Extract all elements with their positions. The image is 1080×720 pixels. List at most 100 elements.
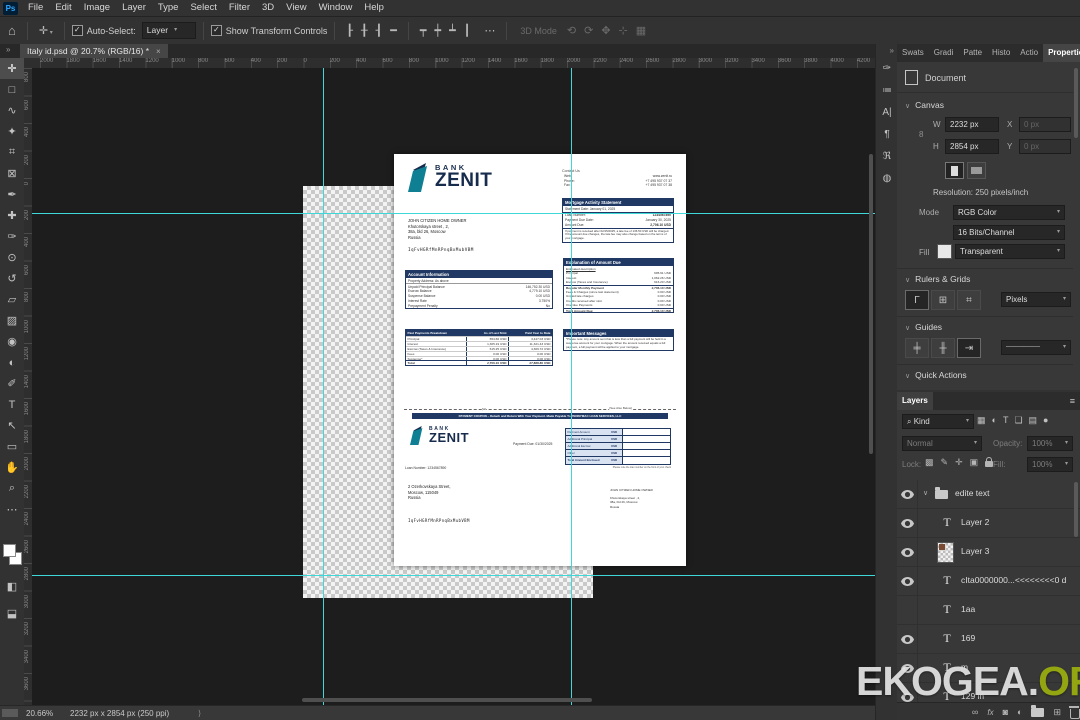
glyphs-panel-icon[interactable]: ℜ xyxy=(876,145,898,167)
link-dimensions-icon[interactable]: 8 xyxy=(919,130,923,139)
adjustment-layer-icon[interactable]: ◐ xyxy=(1017,707,1022,717)
opacity-field[interactable]: 100%▾ xyxy=(1027,436,1073,451)
lasso-tool[interactable]: ∿ xyxy=(0,100,24,121)
layer-filter-dropdown[interactable]: ⌕ Kind▾ xyxy=(902,414,974,429)
more-options-icon[interactable]: ⋯ xyxy=(484,24,495,37)
canvas-area[interactable]: BANK ZENIT Contact Us Web:www.zenit.ruPh… xyxy=(32,68,875,705)
align-icon[interactable]: ┠ xyxy=(346,25,353,37)
tab-actio[interactable]: Actio xyxy=(1015,44,1043,62)
lock-icon[interactable]: ✛ xyxy=(955,457,963,468)
screen-mode-icon[interactable]: ⬓ xyxy=(0,603,24,624)
layer-filter-icon[interactable]: T xyxy=(1003,415,1009,426)
layer-filter-icon[interactable]: ● xyxy=(1043,415,1048,426)
paragraph-panel-icon[interactable]: ¶ xyxy=(876,123,898,145)
fill-dropdown[interactable]: Transparent▾ xyxy=(955,244,1065,259)
link-layers-icon[interactable]: ∞ xyxy=(972,707,978,717)
move-tool[interactable]: ✛ xyxy=(0,58,24,79)
edit-guides-button[interactable]: ⇥ xyxy=(957,338,981,358)
menu-edit[interactable]: Edit xyxy=(49,0,77,16)
healing-brush-tool[interactable]: ✚ xyxy=(0,205,24,226)
visibility-toggle[interactable] xyxy=(897,596,918,624)
layers-menu-icon[interactable]: ≡ xyxy=(1070,396,1075,406)
tool-presets-icon[interactable]: ≔ xyxy=(876,79,898,101)
properties-scrollbar[interactable] xyxy=(1074,68,1078,138)
eyedropper-tool[interactable]: ✒ xyxy=(0,184,24,205)
tab-histo[interactable]: Histo xyxy=(987,44,1015,62)
clone-stamp-tool[interactable]: ⊙ xyxy=(0,247,24,268)
zoom-level[interactable]: 20.66% xyxy=(26,709,53,718)
coupon-field-input[interactable] xyxy=(622,436,670,442)
height-field[interactable]: 2854 px xyxy=(945,139,999,154)
menu-image[interactable]: Image xyxy=(78,0,116,16)
vertical-guide[interactable] xyxy=(571,68,572,705)
layer-row[interactable]: T1aa xyxy=(897,596,1080,625)
layer-thumbnail[interactable] xyxy=(937,542,954,563)
width-field[interactable]: 2232 px xyxy=(945,117,999,132)
visibility-toggle[interactable] xyxy=(897,509,918,537)
layer-row[interactable]: ∨edite text xyxy=(897,480,1080,509)
visibility-toggle[interactable] xyxy=(897,538,918,566)
vertical-scrollbar[interactable] xyxy=(869,154,873,454)
tab-layers[interactable]: Layers xyxy=(897,392,933,410)
horizontal-guide[interactable] xyxy=(32,213,875,214)
gradient-tool[interactable]: ▨ xyxy=(0,310,24,331)
path-selection-tool[interactable]: ↖ xyxy=(0,415,24,436)
menu-filter[interactable]: Filter xyxy=(223,0,256,16)
lock-all-icon[interactable] xyxy=(985,461,993,467)
tab-overflow-chevron[interactable]: » xyxy=(6,45,10,54)
orbit-3d-icon[interactable]: ⊹ xyxy=(619,25,628,37)
marquee-tool[interactable]: □ xyxy=(0,79,24,100)
portrait-orientation-button[interactable] xyxy=(945,162,964,179)
align-icon[interactable]: ━ xyxy=(390,25,397,37)
quick-selection-tool[interactable]: ✦ xyxy=(0,121,24,142)
toggle-pixel-grid-button[interactable]: ⌗ xyxy=(957,290,981,310)
libraries-panel-icon[interactable]: ◍ xyxy=(876,167,898,189)
dodge-tool[interactable]: ◐ xyxy=(0,352,24,373)
brush-settings-icon[interactable]: ✑ xyxy=(876,57,898,79)
menu-3d[interactable]: 3D xyxy=(256,0,280,16)
layer-row[interactable]: T169 xyxy=(897,625,1080,654)
toggle-smart-guides-button[interactable]: ╫ xyxy=(931,338,955,358)
menu-type[interactable]: Type xyxy=(152,0,185,16)
close-tab-icon[interactable]: × xyxy=(156,47,161,56)
move-tool-icon[interactable]: ✛ ▾ xyxy=(39,24,53,37)
visibility-toggle[interactable] xyxy=(897,625,918,653)
section-rulers-grids[interactable]: ∨Rulers & Grids xyxy=(905,274,970,284)
lock-icon[interactable]: ▩ xyxy=(925,457,934,468)
menu-window[interactable]: Window xyxy=(313,0,359,16)
coupon-field-input[interactable] xyxy=(622,429,670,435)
distribute-icon[interactable]: ┯ xyxy=(420,25,427,37)
auto-select-checkbox[interactable]: ✓ xyxy=(72,25,83,36)
orbit-3d-icon[interactable]: ✥ xyxy=(601,25,610,37)
zoom-tool[interactable]: ⌕ xyxy=(0,478,24,499)
vertical-guide[interactable] xyxy=(323,68,324,705)
new-layer-icon[interactable]: ⊞ xyxy=(1053,707,1061,718)
status-chevron[interactable]: ⟩ xyxy=(198,709,201,718)
pen-tool[interactable]: ✐ xyxy=(0,373,24,394)
menu-file[interactable]: File xyxy=(22,0,49,16)
distribute-icon[interactable]: ┿ xyxy=(434,25,441,37)
menu-view[interactable]: View xyxy=(280,0,312,16)
character-panel-icon[interactable]: A| xyxy=(876,101,898,123)
orbit-3d-icon[interactable]: ▦ xyxy=(636,25,646,37)
coupon-field-input[interactable] xyxy=(622,457,670,464)
section-canvas[interactable]: ∨Canvas xyxy=(905,100,944,110)
document-tab[interactable]: Italy id.psd @ 20.7% (RGB/16) * × xyxy=(20,44,168,58)
layer-filter-icon[interactable]: ▦ xyxy=(977,415,986,426)
auto-select-target-dropdown[interactable]: Layer▾ xyxy=(142,22,196,39)
fill-opacity-field[interactable]: 100%▾ xyxy=(1027,457,1073,472)
visibility-toggle[interactable] xyxy=(897,480,918,508)
type-tool[interactable]: T xyxy=(0,394,24,415)
guide-style-dropdown[interactable]: ────────▾ xyxy=(1001,340,1071,355)
delete-layer-icon[interactable] xyxy=(1070,709,1080,719)
ruler-units-dropdown[interactable]: Pixels▾ xyxy=(1001,292,1071,307)
crop-tool[interactable]: ⌗ xyxy=(0,142,24,163)
layer-filter-icon[interactable]: ◐ xyxy=(992,415,997,426)
more-tools[interactable]: ⋯ xyxy=(0,499,24,520)
orbit-3d-icon[interactable]: ⟲ xyxy=(567,25,576,37)
menu-select[interactable]: Select xyxy=(184,0,222,16)
layer-effects-icon[interactable]: fx xyxy=(987,708,993,717)
tab-patte[interactable]: Patte xyxy=(958,44,987,62)
shape-tool[interactable]: ▭ xyxy=(0,436,24,457)
distribute-icon[interactable]: ┷ xyxy=(449,25,456,37)
